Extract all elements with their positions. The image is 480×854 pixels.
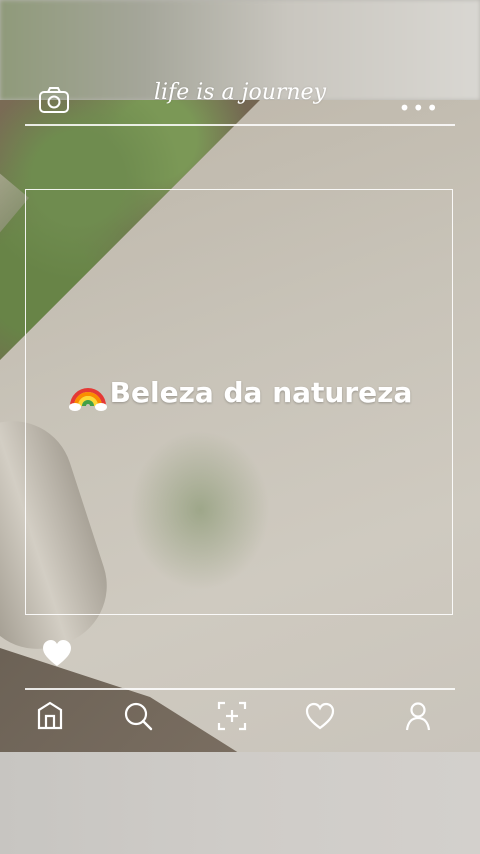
header-divider (25, 124, 455, 126)
heart-icon[interactable] (40, 636, 74, 670)
profile-icon[interactable] (402, 700, 434, 732)
add-post-icon[interactable] (216, 700, 248, 732)
search-icon[interactable] (122, 700, 154, 732)
blurred-bottom-area (0, 752, 480, 854)
caption-text: Beleza da natureza (109, 375, 413, 409)
bottom-divider (25, 688, 455, 690)
post-caption: Beleza da natureza (0, 372, 480, 412)
home-icon[interactable] (34, 700, 66, 732)
rainbow-icon (68, 372, 108, 412)
more-dots-icon[interactable]: ••• (399, 98, 440, 118)
heart-outline-icon[interactable] (304, 700, 336, 732)
